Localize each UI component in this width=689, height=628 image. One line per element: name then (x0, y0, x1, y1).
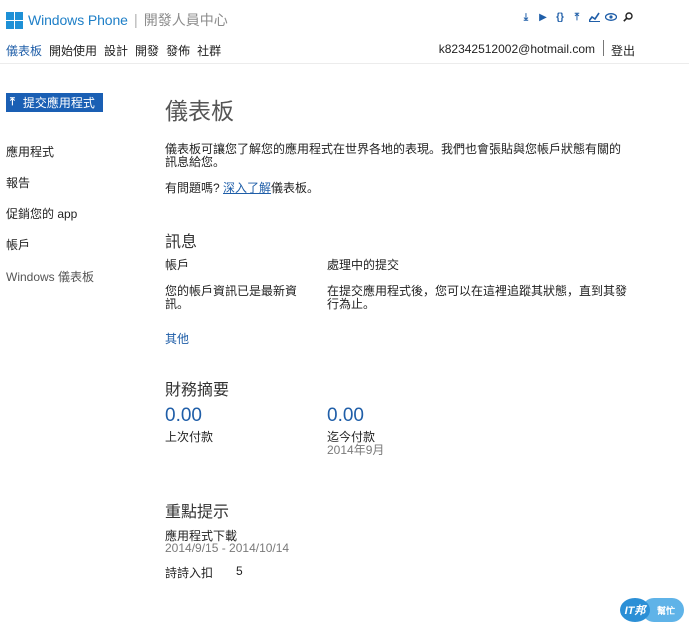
brand-name: Windows Phone (28, 12, 128, 28)
account-desc: 您的帳戶資訊已是最新資 訊。 (165, 285, 297, 311)
brand-subtitle: 開發人員中心 (143, 12, 228, 28)
downloads-range: 2014/9/15 - 2014/10/14 (165, 541, 290, 555)
submit-app-button[interactable]: ⤒ 提交應用程式 (6, 93, 103, 112)
intro-text: 儀表板可讓您了解您的應用程式在世界各地的表現。我們也會張貼與您帳戶狀態有關的 訊… (165, 143, 621, 169)
chart-icon[interactable] (588, 11, 600, 23)
brand-separator: | (133, 11, 138, 29)
sidebar-item-reports[interactable]: 報告 (6, 174, 30, 191)
to-date-payment-amount: 0.00 (327, 405, 364, 426)
learn-more-link[interactable]: 深入了解 (223, 181, 271, 195)
code-braces-icon[interactable]: {} (554, 11, 566, 23)
watermark-left: IT邦 (620, 598, 650, 622)
help-suffix: 儀表板。 (271, 181, 320, 195)
intro-line-2: 訊息給您。 (165, 155, 226, 169)
in-app-label: 詩詩入扣 (165, 566, 214, 580)
download-icon[interactable]: ⤓ (520, 11, 532, 23)
windows-logo-icon (6, 11, 23, 29)
to-date-period: 2014年9月 (327, 443, 385, 457)
nav-publish[interactable]: 發佈 (166, 42, 190, 59)
play-icon[interactable]: ▶ (537, 11, 549, 23)
nav-dashboard[interactable]: 儀表板 (6, 42, 42, 59)
sidebar-item-promote[interactable]: 促銷您的 app (6, 205, 77, 222)
logout-link[interactable]: 登出 (611, 42, 635, 59)
toolbar-icons: ⤓ ▶ {} ⤒ (520, 11, 634, 23)
nav-develop[interactable]: 開發 (135, 42, 159, 59)
sidebar-item-windows-dashboard[interactable]: Windows 儀表板 (6, 268, 94, 285)
nav-community[interactable]: 社群 (197, 42, 221, 59)
in-app-value: 5 (236, 564, 243, 578)
submit-app-label: 提交應用程式 (22, 96, 95, 110)
account-label: 帳戶 (165, 258, 190, 272)
top-header: Windows Phone | 開發人員中心 ⤓ ▶ {} ⤒ (0, 0, 689, 38)
last-payment-label: 上次付款 (165, 430, 214, 444)
last-payment-amount: 0.00 (165, 405, 202, 426)
processing-desc: 在提交應用程式後，您可以在這裡追蹤其狀態，直到其發 行為止。 (327, 285, 627, 311)
main-nav: 儀表板 開始使用 設計 開發 發佈 社群 (6, 42, 228, 59)
messages-heading: 訊息 (165, 234, 198, 251)
sidebar-item-account[interactable]: 帳戶 (6, 236, 30, 253)
help-prefix: 有問題嗎? (165, 181, 224, 195)
intro-line-1: 儀表板可讓您了解您的應用程式在世界各地的表現。我們也會張貼與您帳戶狀態有關的 (165, 142, 622, 156)
sidebar-item-apps[interactable]: 應用程式 (6, 143, 54, 160)
search-icon[interactable] (622, 11, 634, 23)
main-nav-bar: 儀表板 開始使用 設計 開發 發佈 社群 k82342512002@hotmai… (0, 38, 689, 64)
account-divider (603, 40, 604, 56)
eye-icon[interactable] (605, 11, 617, 23)
account-email[interactable]: k82342512002@hotmail.com (439, 42, 595, 56)
more-link[interactable]: 其他 (165, 330, 189, 347)
processing-label: 處理中的提交 (327, 258, 400, 272)
upload-icon[interactable]: ⤒ (571, 11, 583, 23)
ithome-watermark: 幫忙 IT邦 (620, 596, 685, 624)
financial-heading: 財務摘要 (165, 382, 230, 399)
windows-phone-logo[interactable]: Windows Phone | 開發人員中心 (6, 10, 228, 30)
nav-get-started[interactable]: 開始使用 (49, 42, 97, 59)
help-text: 有問題嗎? 深入了解儀表板。 (165, 182, 319, 195)
highlights-heading: 重點提示 (165, 504, 230, 521)
upload-arrow-icon: ⤒ (10, 96, 15, 108)
page-title: 儀表板 (165, 98, 234, 124)
processing-desc-line-2: 行為止。 (327, 297, 376, 311)
nav-design[interactable]: 設計 (104, 42, 128, 59)
account-desc-line-2: 訊。 (165, 297, 190, 311)
